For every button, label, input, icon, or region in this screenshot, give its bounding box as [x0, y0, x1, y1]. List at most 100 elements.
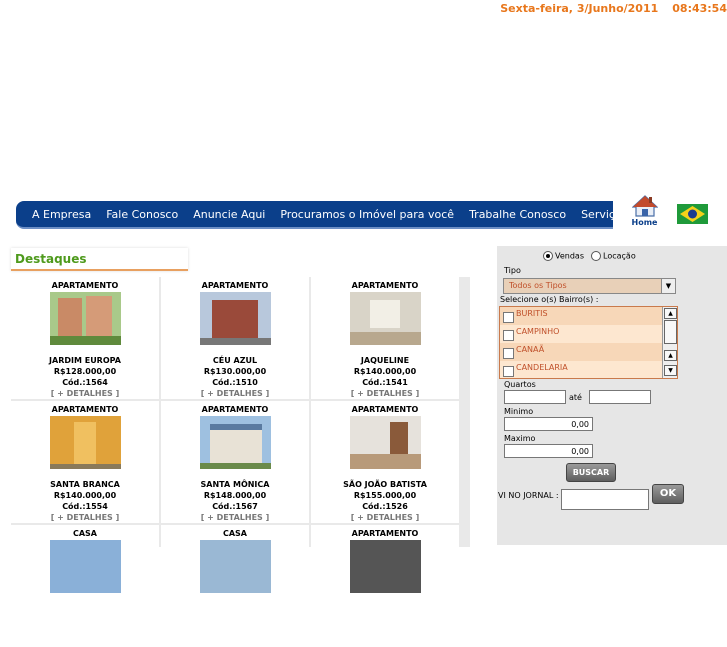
property-card[interactable]: APARTAMENTO CÉU AZUL R$130.000,00 Cód.:1… — [161, 277, 309, 399]
property-code: Cód.:1554 — [62, 502, 108, 511]
ok-button[interactable]: OK — [652, 484, 684, 504]
current-time: 08:43:54 — [672, 2, 727, 15]
jornal-input[interactable] — [561, 489, 649, 510]
property-card[interactable]: CASA — [11, 525, 159, 647]
bairro-item[interactable]: BURITIS — [500, 307, 677, 325]
tipo-select[interactable]: Todos os Tipos ▼ — [503, 278, 676, 294]
ate-label: até — [569, 393, 582, 402]
current-date: Sexta-feira, 3/Junho/2011 — [500, 2, 659, 15]
details-link[interactable]: [ + DETALHES ] — [161, 512, 309, 524]
brazil-flag-icon[interactable] — [677, 204, 708, 224]
details-link[interactable]: [ + DETALHES ] — [11, 388, 159, 400]
jornal-label: VI NO JORNAL : — [498, 491, 559, 500]
details-link[interactable]: [ + DETALHES ] — [161, 388, 309, 400]
property-card[interactable]: APARTAMENTO JARDIM EUROPA R$128.000,00 C… — [11, 277, 159, 399]
mode-sale-label: Vendas — [555, 251, 584, 261]
property-photo[interactable] — [49, 540, 121, 593]
bairro-name: CANDELARIA — [516, 363, 568, 372]
nav-trabalhe-conosco[interactable]: Trabalhe Conosco — [469, 208, 566, 221]
scroll-thumb[interactable] — [664, 320, 677, 344]
bairro-label: Selecione o(s) Bairro(s) : — [500, 295, 599, 304]
mode-sale-radio[interactable]: Vendas — [543, 251, 584, 261]
bairro-item[interactable]: CANDELARIA — [500, 361, 677, 378]
bairro-name: CANAÃ — [516, 345, 545, 354]
property-code: Cód.:1541 — [362, 378, 408, 387]
property-type: CASA — [72, 529, 97, 538]
property-type: APARTAMENTO — [351, 281, 419, 290]
details-link[interactable]: [ + DETALHES ] — [11, 512, 159, 524]
property-neighborhood: CÉU AZUL — [212, 356, 258, 365]
destaques-header: Destaques — [11, 248, 188, 271]
property-photo[interactable] — [199, 292, 271, 345]
featured-grid: APARTAMENTO JARDIM EUROPA R$128.000,00 C… — [11, 277, 470, 647]
checkbox[interactable] — [503, 330, 514, 341]
property-type: APARTAMENTO — [351, 405, 419, 414]
property-price: R$128.000,00 — [53, 367, 117, 376]
property-neighborhood: SANTA BRANCA — [50, 480, 120, 489]
tipo-select-value: Todos os Tipos — [509, 281, 567, 290]
bairro-item[interactable]: CANAÃ — [500, 343, 677, 361]
property-neighborhood: JAQUELINE — [360, 356, 410, 365]
radio-selected-icon — [543, 251, 553, 261]
main-nav: A Empresa Fale Conosco Anuncie Aqui Proc… — [16, 201, 659, 229]
destaques-title: Destaques — [15, 252, 87, 266]
property-photo[interactable] — [349, 540, 421, 593]
home-button[interactable]: Home — [614, 190, 675, 236]
mode-rent-radio[interactable]: Locação — [591, 251, 636, 261]
buscar-button[interactable]: BUSCAR — [566, 463, 616, 482]
property-price: R$155.000,00 — [353, 491, 417, 500]
details-link[interactable]: [ + DETALHES ] — [311, 512, 459, 524]
scroll-down-icon[interactable]: ▼ — [664, 365, 677, 376]
quartos-min-input[interactable] — [504, 390, 566, 404]
bairro-item[interactable]: CAMPINHO — [500, 325, 677, 343]
maximo-label: Maximo — [504, 434, 536, 443]
property-price: R$140.000,00 — [353, 367, 417, 376]
nav-fale-conosco[interactable]: Fale Conosco — [106, 208, 178, 221]
property-photo[interactable] — [349, 292, 421, 345]
maximo-input[interactable]: 0,00 — [504, 444, 593, 458]
property-code: Cód.:1510 — [212, 378, 258, 387]
property-card[interactable]: APARTAMENTO — [311, 525, 459, 647]
property-photo[interactable] — [49, 416, 121, 469]
scroll-up-icon[interactable]: ▲ — [664, 308, 677, 319]
property-photo[interactable] — [199, 416, 271, 469]
property-neighborhood: SANTA MÔNICA — [200, 480, 270, 489]
property-price: R$148.000,00 — [203, 491, 267, 500]
home-label: Home — [631, 218, 658, 227]
minimo-input[interactable]: 0,00 — [504, 417, 593, 431]
property-type: APARTAMENTO — [201, 281, 269, 290]
property-card[interactable]: APARTAMENTO JAQUELINE R$140.000,00 Cód.:… — [311, 277, 459, 399]
nav-anuncie-aqui[interactable]: Anuncie Aqui — [193, 208, 265, 221]
property-type: APARTAMENTO — [351, 529, 419, 538]
property-type: APARTAMENTO — [51, 405, 119, 414]
property-code: Cód.:1567 — [212, 502, 258, 511]
property-neighborhood: SÃO JOÃO BATISTA — [343, 480, 427, 489]
property-photo[interactable] — [349, 416, 421, 469]
dropdown-arrow-icon[interactable]: ▼ — [661, 279, 675, 293]
property-code: Cód.:1564 — [62, 378, 108, 387]
list-scrollbar[interactable]: ▲ ▲ ▼ — [662, 307, 677, 378]
quartos-label: Quartos — [504, 380, 536, 389]
property-card[interactable]: APARTAMENTO SÃO JOÃO BATISTA R$155.000,0… — [311, 401, 459, 523]
bairro-name: CAMPINHO — [516, 327, 560, 336]
details-link[interactable]: [ + DETALHES ] — [311, 388, 459, 400]
property-photo[interactable] — [199, 540, 271, 593]
property-card[interactable]: CASA — [161, 525, 309, 647]
checkbox[interactable] — [503, 348, 514, 359]
property-type: APARTAMENTO — [51, 281, 119, 290]
date-time: Sexta-feira, 3/Junho/2011 08:43:54 — [486, 2, 727, 15]
quartos-max-input[interactable] — [589, 390, 651, 404]
property-neighborhood: JARDIM EUROPA — [49, 356, 121, 365]
property-price: R$140.000,00 — [53, 491, 117, 500]
property-card[interactable]: APARTAMENTO SANTA MÔNICA R$148.000,00 Có… — [161, 401, 309, 523]
checkbox[interactable] — [503, 366, 514, 377]
property-photo[interactable] — [49, 292, 121, 345]
tipo-label: Tipo — [504, 266, 521, 275]
house-icon — [631, 195, 658, 217]
minimo-label: Minimo — [504, 407, 534, 416]
property-card[interactable]: APARTAMENTO SANTA BRANCA R$140.000,00 Có… — [11, 401, 159, 523]
checkbox[interactable] — [503, 312, 514, 323]
nav-procuramos-imovel[interactable]: Procuramos o Imóvel para você — [280, 208, 454, 221]
nav-a-empresa[interactable]: A Empresa — [32, 208, 91, 221]
scroll-up-icon[interactable]: ▲ — [664, 350, 677, 361]
